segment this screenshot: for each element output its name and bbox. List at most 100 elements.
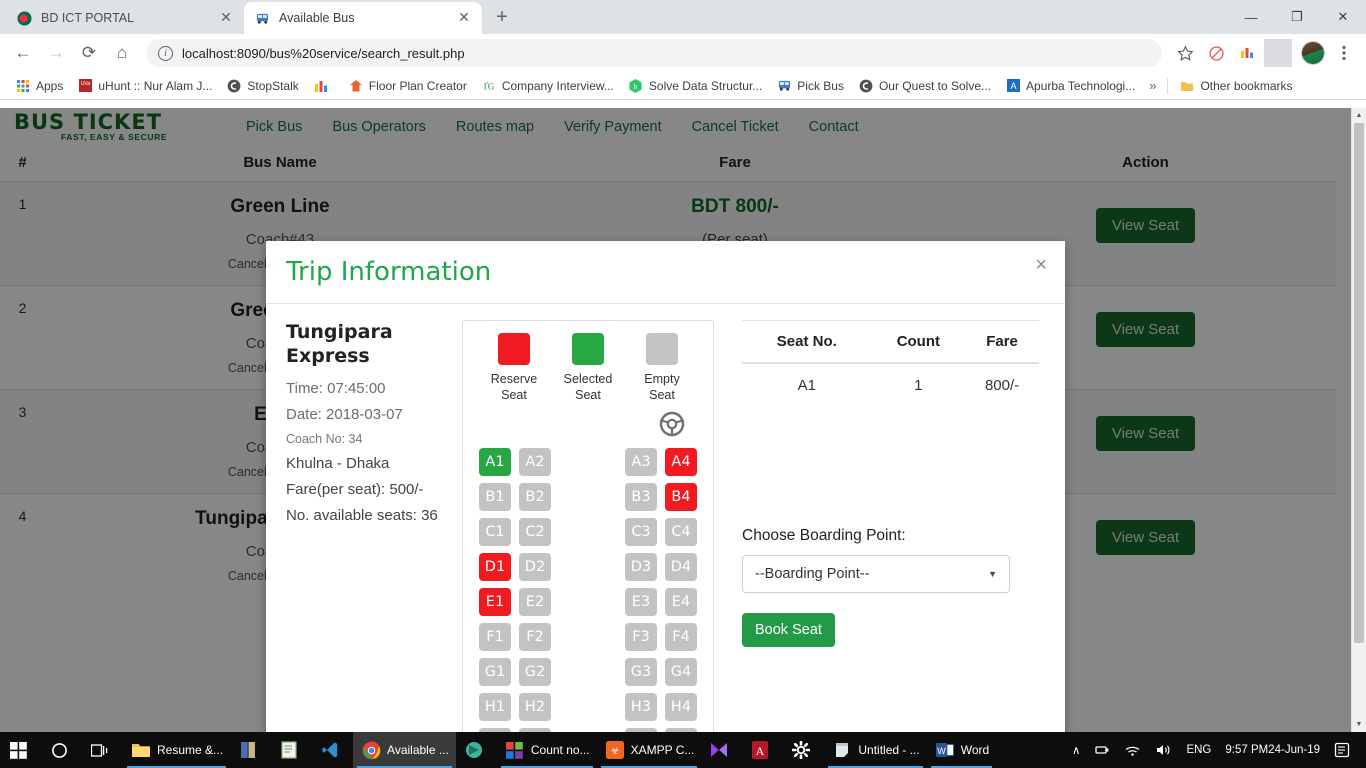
address-bar[interactable]: i localhost:8090/bus%20service/search_re… (146, 39, 1162, 67)
page-scrollbar[interactable]: ▲ ▼ (1351, 108, 1366, 732)
browser-tab-bd-ict-portal[interactable]: BD ICT PORTAL ✕ (6, 2, 244, 34)
tab-close-icon[interactable]: ✕ (456, 10, 472, 26)
book-seat-button[interactable]: Book Seat (742, 613, 835, 647)
bookmark-label: Solve Data Structur... (648, 78, 763, 93)
seat-A4[interactable]: A4 (665, 448, 697, 476)
seat-G2[interactable]: G2 (519, 658, 551, 686)
bookmarks-overflow-button[interactable]: » (1142, 78, 1163, 93)
seat-H4[interactable]: H4 (665, 693, 697, 721)
bookmark-floor-plan-creator[interactable]: Floor Plan Creator (341, 74, 474, 98)
cortana-search-button[interactable] (41, 732, 82, 768)
seat-B2[interactable]: B2 (519, 483, 551, 511)
seat-C1[interactable]: C1 (479, 518, 511, 546)
scroll-down-arrow-icon[interactable]: ▼ (1352, 717, 1366, 732)
seat-B1[interactable]: B1 (479, 483, 511, 511)
scrollbar-thumb[interactable] (1354, 123, 1364, 643)
seat-A1[interactable]: A1 (479, 448, 511, 476)
taskbar-item-xampp[interactable]: ☣ XAMPP C... (597, 732, 702, 768)
seat-H2[interactable]: H2 (519, 693, 551, 721)
close-icon[interactable]: × (1035, 255, 1047, 275)
taskbar-item-count-no[interactable]: Count no... (497, 732, 597, 768)
wifi-icon[interactable] (1117, 743, 1148, 757)
taskbar-item-settings[interactable] (783, 732, 824, 768)
chart-extension-icon[interactable] (1233, 39, 1261, 67)
close-window-button[interactable]: ✕ (1320, 0, 1366, 34)
bookmark-other-bookmarks[interactable]: Other bookmarks (1172, 74, 1299, 98)
seat-F3[interactable]: F3 (625, 623, 657, 651)
bookmark-apurba-technologies[interactable]: A Apurba Technologi... (998, 74, 1142, 98)
bookmark-star-icon[interactable] (1171, 39, 1199, 67)
scroll-up-arrow-icon[interactable]: ▲ (1352, 108, 1366, 123)
seat-D2[interactable]: D2 (519, 553, 551, 581)
start-button[interactable] (0, 732, 41, 768)
seat-E3[interactable]: E3 (625, 588, 657, 616)
back-icon[interactable]: ← (8, 38, 38, 68)
seat-C2[interactable]: C2 (519, 518, 551, 546)
tab-close-icon[interactable]: ✕ (218, 10, 234, 26)
minimize-button[interactable]: — (1228, 0, 1274, 34)
seat-H1[interactable]: H1 (479, 693, 511, 721)
bookmark-pick-bus[interactable]: Pick Bus (769, 74, 851, 98)
modal-header: Trip Information × (266, 241, 1065, 304)
seat-E4[interactable]: E4 (665, 588, 697, 616)
taskbar-item-teams[interactable] (456, 732, 497, 768)
reload-icon[interactable]: ⟳ (74, 38, 104, 68)
seat-B4[interactable]: B4 (665, 483, 697, 511)
seat-F4[interactable]: F4 (665, 623, 697, 651)
legend-color-reserve (498, 333, 530, 365)
bookmark-label: Floor Plan Creator (368, 78, 467, 93)
action-center-icon[interactable] (1327, 742, 1360, 758)
language-indicator[interactable]: ENG (1179, 744, 1218, 756)
seat-G4[interactable]: G4 (665, 658, 697, 686)
seat-C3[interactable]: C3 (625, 518, 657, 546)
bus-icon (776, 78, 792, 94)
seat-A2[interactable]: A2 (519, 448, 551, 476)
forward-icon[interactable]: → (41, 38, 71, 68)
bookmark-apps[interactable]: Apps (8, 74, 70, 98)
taskbar-item-untitled[interactable]: Untitled - ... (824, 732, 926, 768)
bookmark-stopstalk[interactable]: StopStalk (219, 74, 305, 98)
seat-A3[interactable]: A3 (625, 448, 657, 476)
home-icon[interactable]: ⌂ (107, 38, 137, 68)
taskbar-item-vscode[interactable] (312, 732, 353, 768)
new-tab-button[interactable]: + (488, 4, 516, 32)
seat-D1[interactable]: D1 (479, 553, 511, 581)
bookmark-company-interview[interactable]: ҐG Company Interview... (474, 74, 621, 98)
seat-F1[interactable]: F1 (479, 623, 511, 651)
clock[interactable]: 9:57 PM 24-Jun-19 (1218, 743, 1327, 757)
taskbar-item-chrome[interactable]: Available ... (353, 732, 456, 768)
three-dot-menu-icon[interactable] (1330, 39, 1358, 67)
bookmark-solve-data-structures[interactable]: h Solve Data Structur... (621, 74, 769, 98)
taskbar-item-resume[interactable]: Resume &... (123, 732, 230, 768)
stopstalk-icon (226, 78, 242, 94)
taskbar-item-acrobat[interactable]: A (742, 732, 783, 768)
seat-D4[interactable]: D4 (665, 553, 697, 581)
seat-C4[interactable]: C4 (665, 518, 697, 546)
volume-icon[interactable] (1148, 743, 1179, 757)
seat-B3[interactable]: B3 (625, 483, 657, 511)
taskbar-item-media-player[interactable] (701, 732, 742, 768)
bookmark-our-quest-to-solve[interactable]: Our Quest to Solve... (851, 74, 998, 98)
chevron-down-icon: ▼ (988, 569, 997, 579)
avatar[interactable] (1299, 39, 1327, 67)
tray-expand-chevron-icon[interactable]: ∧ (1065, 743, 1087, 757)
boarding-point-select[interactable]: --Boarding Point-- ▼ (742, 555, 1010, 593)
usb-icon[interactable] (1087, 743, 1117, 757)
bookmark-uhunt[interactable]: UVa uHunt :: Nur Alam J... (70, 74, 219, 98)
seat-G3[interactable]: G3 (625, 658, 657, 686)
site-info-icon[interactable]: i (158, 45, 173, 61)
browser-tab-available-bus[interactable]: Available Bus ✕ (244, 2, 482, 34)
adblock-icon[interactable] (1202, 39, 1230, 67)
taskbar-item-word[interactable]: W Word (927, 732, 996, 768)
taskbar-item-book[interactable] (230, 732, 271, 768)
task-view-button[interactable] (82, 732, 123, 768)
maximize-button[interactable]: ❐ (1274, 0, 1320, 34)
seat-H3[interactable]: H3 (625, 693, 657, 721)
bookmark-chart[interactable] (306, 74, 341, 98)
taskbar-item-notepad[interactable] (271, 732, 312, 768)
seat-E2[interactable]: E2 (519, 588, 551, 616)
seat-D3[interactable]: D3 (625, 553, 657, 581)
seat-G1[interactable]: G1 (479, 658, 511, 686)
seat-F2[interactable]: F2 (519, 623, 551, 651)
seat-E1[interactable]: E1 (479, 588, 511, 616)
